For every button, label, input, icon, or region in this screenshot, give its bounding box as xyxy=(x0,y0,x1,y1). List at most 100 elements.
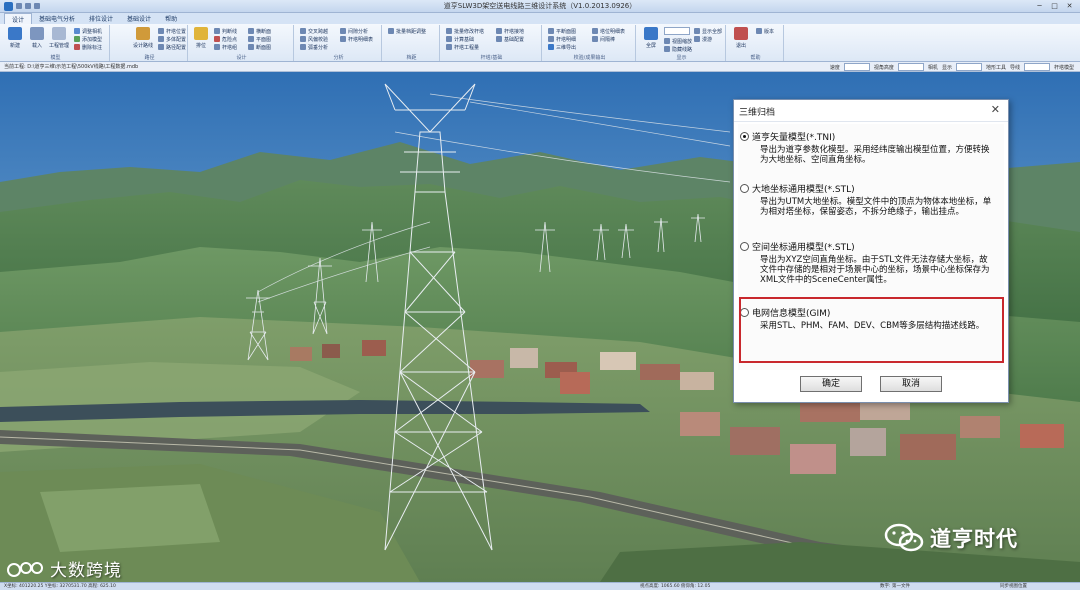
tab-layout[interactable]: 排位设计 xyxy=(82,13,120,24)
zoom-combo[interactable] xyxy=(664,27,690,35)
tab-foundation[interactable]: 基础设计 xyxy=(120,13,158,24)
display-select[interactable] xyxy=(955,63,982,71)
sag-analysis-button[interactable]: 弧垂分析 xyxy=(300,43,328,51)
tower-table-button[interactable]: 塔位明细表 xyxy=(592,27,625,35)
tab-electrical[interactable]: 基础电气分析 xyxy=(32,13,82,24)
batch-span-button[interactable]: 批量档距调整 xyxy=(388,27,426,35)
option-geodetic-stl-label[interactable]: 大地坐标通用模型(*.STL) xyxy=(752,182,855,195)
span-icon xyxy=(388,28,394,34)
delete-label-button[interactable]: 删除标注 xyxy=(74,43,102,51)
fullscreen-icon xyxy=(644,27,658,40)
profile-icon xyxy=(248,44,254,50)
plan-profile-button[interactable]: 平断面图 xyxy=(548,27,576,35)
foreground-plot xyxy=(40,484,220,552)
radio-tni[interactable] xyxy=(740,132,749,141)
option-tni[interactable]: 道亨矢量模型(*.TNI) 导出为道亨参数化模型。采用经纬度输出模型位置，方便转… xyxy=(740,130,1002,165)
status-viewpoint: 视点高度: 1065.60 俯仰角: 12.05 xyxy=(640,584,711,589)
hide-line-button[interactable]: 隐藏线路 xyxy=(664,45,692,53)
watermark-right: 道亨时代 xyxy=(884,522,1018,554)
radio-spatial-stl[interactable] xyxy=(740,242,749,251)
project-icon xyxy=(52,27,66,40)
option-tni-label[interactable]: 道亨矢量模型(*.TNI) xyxy=(752,130,835,143)
tower-quantity-button[interactable]: 杆塔工程量 xyxy=(446,43,479,51)
multi-config-button[interactable]: 多体配置 xyxy=(158,35,186,43)
adjust-camera-button[interactable]: 调整相机 xyxy=(74,27,102,35)
roam-button[interactable]: 漫游 xyxy=(694,35,712,43)
judge-line-button[interactable]: 判断线 xyxy=(214,27,237,35)
ribbon-group-design: 排位 判断线 危险点 杆塔组 横断面 平面图 断面图 设计 xyxy=(190,25,294,61)
tower-detail-button[interactable]: 杆塔明细 xyxy=(548,35,576,43)
status-coordinates: X坐标: 401220.25 Y坐标: 3270531.70 高程: 625.1… xyxy=(4,584,116,589)
cross-section-button[interactable]: 横断面 xyxy=(248,27,271,35)
calc-foundation-button[interactable]: 计算基础 xyxy=(446,35,474,43)
wind-icon xyxy=(300,36,306,42)
foundation-config-icon xyxy=(496,36,502,42)
maximize-button[interactable]: □ xyxy=(1048,1,1061,11)
tower-position-button[interactable]: 杆塔位置 xyxy=(158,27,186,35)
view-zoom-button[interactable]: 视图缩放 xyxy=(664,37,692,45)
gim-option-highlight-box xyxy=(739,297,1004,363)
foundation-config-button[interactable]: 基础配置 xyxy=(496,35,524,43)
wind-check-button[interactable]: 风偏校验 xyxy=(300,35,328,43)
view-height-label: 视角高度 xyxy=(873,64,894,71)
ribbon-group-analysis: 交叉跨越 风偏校验 弧垂分析 间隙分析 杆塔明细表 分析 xyxy=(296,25,382,61)
tower-detail-icon xyxy=(548,36,554,42)
export-3d-button[interactable]: 三维导出 xyxy=(548,43,576,51)
window-title: 道亨SLW3D架空送电线路三维设计系统（V1.0.2013.0926） xyxy=(443,2,637,10)
show-icon xyxy=(694,28,700,34)
dialog-close-icon[interactable]: ✕ xyxy=(991,103,1000,116)
roam-icon xyxy=(694,36,700,42)
tower-model-label[interactable]: 杆塔模型 xyxy=(1054,64,1074,71)
option-geodetic-stl[interactable]: 大地坐标通用模型(*.STL) 导出为UTM大地坐标。模型文件中的顶点为物体本地… xyxy=(740,182,1002,217)
speed-input[interactable] xyxy=(843,63,870,71)
load-button[interactable]: 载入 xyxy=(26,27,48,51)
tower-ground-button[interactable]: 杆塔接地 xyxy=(496,27,524,35)
route-config-button[interactable]: 路径配置 xyxy=(158,43,186,51)
new-button[interactable]: 新建 xyxy=(4,27,26,51)
danger-point-button[interactable]: 危险点 xyxy=(214,35,237,43)
tower-list-button[interactable]: 杆塔明细表 xyxy=(340,35,373,43)
add-model-button[interactable]: 添加模型 xyxy=(74,35,102,43)
placement-button[interactable]: 排位 xyxy=(190,27,212,51)
plan-view-button[interactable]: 平面图 xyxy=(248,35,271,43)
exit-icon xyxy=(734,27,748,40)
tab-design[interactable]: 设计 xyxy=(4,13,33,24)
option-spatial-stl-desc: 导出为XYZ空间直角坐标。由于STL文件无法存储大坐标，故文件中存储的是相对于场… xyxy=(760,255,990,285)
crossing-button[interactable]: 交叉跨越 xyxy=(300,27,328,35)
radio-geodetic-stl[interactable] xyxy=(740,184,749,193)
design-route-button[interactable]: 设计路线 xyxy=(132,27,154,51)
tab-help[interactable]: 帮助 xyxy=(158,13,184,24)
terrain-tool-label[interactable]: 地形工具 xyxy=(986,64,1006,71)
spacer-button[interactable]: 间隔棒 xyxy=(592,35,615,43)
conductor-label: 导线 xyxy=(1009,64,1020,71)
exit-button[interactable]: 退出 xyxy=(730,27,752,51)
load-icon xyxy=(30,27,44,40)
fullscreen-button[interactable]: 全屏 xyxy=(640,27,662,51)
minimize-button[interactable]: ─ xyxy=(1033,1,1046,11)
option-spatial-stl-label[interactable]: 空间坐标通用模型(*.STL) xyxy=(752,240,855,253)
status-bar: X坐标: 401220.25 Y坐标: 3270531.70 高程: 625.1… xyxy=(0,582,1080,590)
ribbon-group-route: 设计路线 杆塔位置 多体配置 路径配置 路径 xyxy=(112,25,188,61)
close-window-button[interactable]: ✕ xyxy=(1063,1,1076,11)
tower-group-icon xyxy=(214,44,220,50)
option-spatial-stl[interactable]: 空间坐标通用模型(*.STL) 导出为XYZ空间直角坐标。由于STL文件无法存储… xyxy=(740,240,1002,285)
tower-group-button[interactable]: 杆塔组 xyxy=(214,43,237,51)
camera-icon xyxy=(74,28,80,34)
show-all-button[interactable]: 显示全部 xyxy=(694,27,722,35)
project-manage-button[interactable]: 工程管理 xyxy=(48,27,70,51)
conductor-select[interactable] xyxy=(1023,63,1050,71)
display-label: 显示 xyxy=(941,64,952,71)
cancel-button[interactable]: 取消 xyxy=(880,376,942,392)
list-icon xyxy=(340,36,346,42)
quantity-icon xyxy=(446,44,452,50)
dialog-titlebar[interactable]: 三维归档 ✕ xyxy=(734,100,1008,122)
camera-select[interactable] xyxy=(897,63,924,71)
add-model-icon xyxy=(74,36,80,42)
version-button[interactable]: 版本 xyxy=(756,27,774,35)
clearance-button[interactable]: 间隙分析 xyxy=(340,27,368,35)
status-file: 数字: 第一文件 xyxy=(880,584,910,589)
batch-tower-button[interactable]: 批量修改杆塔 xyxy=(446,27,484,35)
profile-view-button[interactable]: 断面图 xyxy=(248,43,271,51)
ribbon-group-model: 新建 载入 工程管理 调整相机 添加模型 删除标注 模型 xyxy=(2,25,110,61)
ok-button[interactable]: 确定 xyxy=(800,376,862,392)
